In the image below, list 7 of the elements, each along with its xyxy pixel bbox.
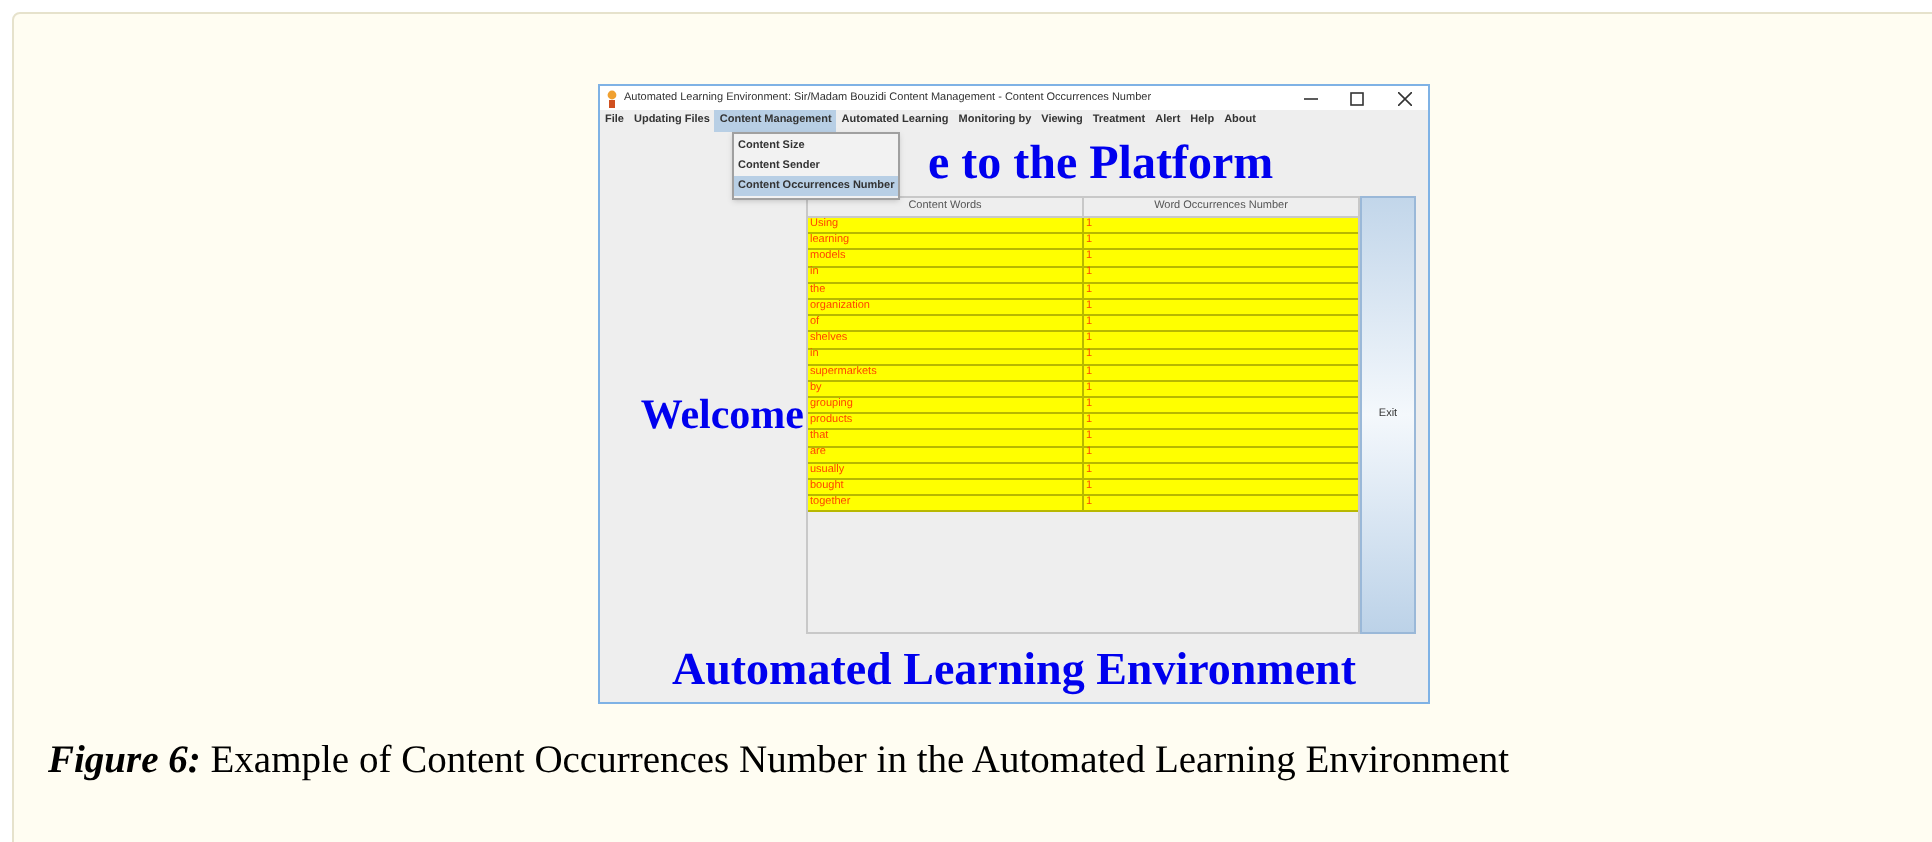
- welcome-text: Welcome: [640, 394, 804, 436]
- person-icon: [606, 89, 618, 107]
- app-title: Automated Learning Environment: [671, 645, 1357, 691]
- close-icon[interactable]: [1398, 91, 1412, 105]
- maximize-icon[interactable]: [1350, 91, 1364, 105]
- figure-caption: Figure 6: Example of Content Occurrences Number in the Automated Learning Environment: [48, 738, 1510, 786]
- welcome-heading: e to the Platform: [928, 140, 1274, 188]
